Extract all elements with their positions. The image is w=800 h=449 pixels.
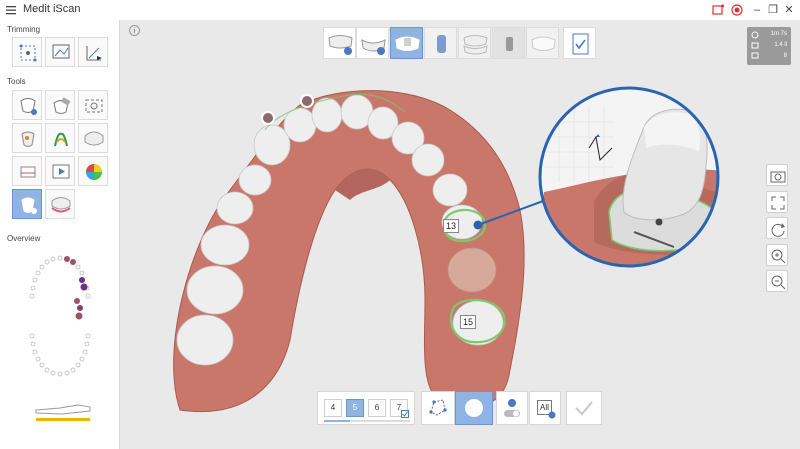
zoom-in-button[interactable] — [766, 244, 788, 266]
step-button-5[interactable]: 5 — [346, 399, 364, 417]
tooth-overview-map[interactable] — [20, 250, 100, 390]
trim-cut-icon — [86, 46, 102, 61]
arch-compare-icon — [51, 197, 71, 213]
color-ball-icon — [86, 164, 102, 180]
tool-arch[interactable] — [78, 123, 108, 153]
screen-record-icon[interactable] — [712, 4, 724, 16]
trim-select-icon — [19, 44, 37, 62]
tool-occlusion[interactable] — [45, 123, 75, 153]
close-button[interactable]: ✕ — [782, 2, 796, 18]
circle-icon — [465, 399, 483, 417]
maximize-button[interactable]: ❐ — [766, 2, 780, 18]
arch-icon — [84, 131, 104, 146]
overview-label: Overview — [7, 234, 41, 243]
minimize-button[interactable]: – — [750, 2, 764, 18]
tooth-color-icon — [21, 131, 35, 147]
zoom-in-icon — [771, 249, 786, 264]
app-title: Medit iScan — [23, 3, 81, 15]
tool-eraser[interactable] — [45, 90, 75, 120]
play-icon — [52, 164, 70, 179]
tooth-step-bar: 4 5 6 7 — [317, 391, 415, 425]
screenshot-button[interactable] — [766, 164, 788, 186]
fit-screen-icon — [771, 196, 785, 210]
capture-icon — [85, 99, 103, 113]
tool-color-map[interactable] — [78, 156, 108, 186]
tool-margin-line[interactable] — [12, 189, 42, 219]
trim-cut-tool[interactable] — [78, 37, 108, 67]
occlusion-icon — [54, 132, 68, 147]
checkbox-icon[interactable] — [401, 410, 409, 418]
tool-playback[interactable] — [45, 156, 75, 186]
trimming-label: Trimming — [7, 25, 41, 34]
eraser-icon — [53, 97, 71, 114]
rotate-view-button[interactable] — [766, 217, 788, 239]
scanner-icon — [35, 404, 91, 421]
3d-viewport[interactable]: i 1m 7s 1.4 ll 8 13 15 4 5 6 7 All — [120, 20, 800, 449]
confirm-button[interactable] — [566, 391, 602, 425]
camera-icon — [770, 171, 786, 183]
trim-area-icon — [52, 44, 70, 59]
polyline-icon — [429, 399, 447, 416]
step-slider-track[interactable] — [324, 420, 410, 422]
magnifier-view — [538, 86, 720, 268]
tooth-lock-icon — [20, 98, 37, 115]
zoom-out-button[interactable] — [766, 270, 788, 292]
record-icon[interactable] — [731, 4, 743, 16]
step-button-6[interactable]: 6 — [368, 399, 386, 417]
title-bar: Medit iScan – ❐ ✕ — [0, 0, 800, 21]
toggle-view-button[interactable] — [496, 391, 528, 425]
tool-lock-area[interactable] — [12, 90, 42, 120]
check-badge-icon — [548, 411, 556, 419]
tools-label: Tools — [7, 77, 26, 86]
tool-capture[interactable] — [78, 90, 108, 120]
sidebar: Trimming Tools Overview — [0, 20, 120, 449]
fit-view-button[interactable] — [766, 191, 788, 213]
polyline-tool-button[interactable] — [421, 391, 455, 425]
tooth-label-13[interactable]: 13 — [443, 219, 460, 233]
select-all-button[interactable]: All — [529, 391, 561, 425]
menu-icon[interactable] — [5, 4, 17, 16]
trim-select-tool[interactable] — [12, 37, 42, 67]
tool-align[interactable] — [12, 156, 42, 186]
step-slider-fill — [324, 420, 350, 422]
tool-arch-compare[interactable] — [45, 189, 75, 219]
check-icon — [575, 401, 593, 416]
margin-line-icon — [21, 197, 37, 214]
align-icon — [20, 166, 36, 178]
trim-area-tool[interactable] — [45, 37, 75, 67]
toggle-icon — [504, 399, 520, 417]
tooth-label-15[interactable]: 15 — [460, 315, 477, 329]
step-button-4[interactable]: 4 — [324, 399, 342, 417]
tool-tooth-color[interactable] — [12, 123, 42, 153]
zoom-out-icon — [771, 275, 786, 290]
rotate-icon — [771, 223, 785, 237]
auto-margin-button[interactable] — [455, 391, 493, 425]
